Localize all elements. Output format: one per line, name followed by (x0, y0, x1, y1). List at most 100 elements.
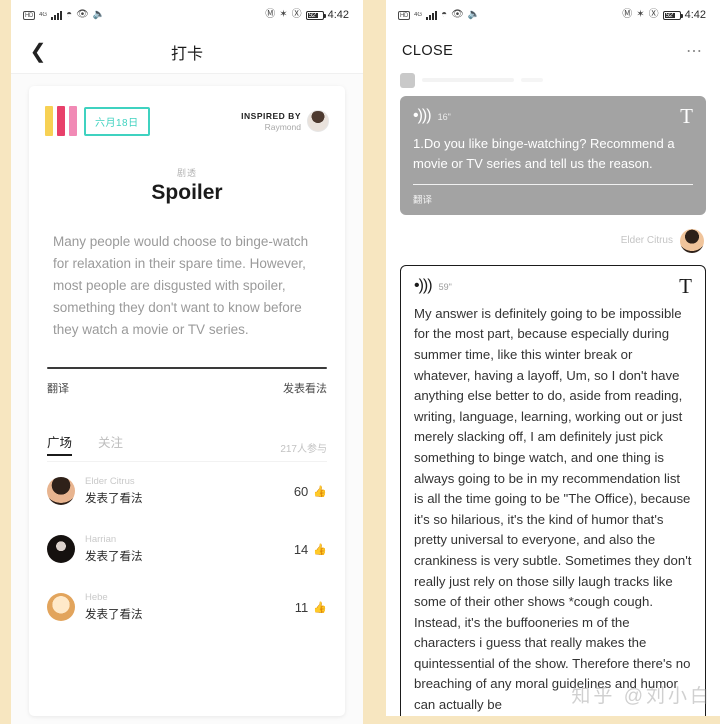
thumb-up-icon[interactable]: 👍 (313, 485, 327, 498)
like-count: 14 (293, 541, 309, 557)
wifi-icon: ◓ (66, 9, 73, 20)
battery-percent: 92 (665, 11, 673, 19)
date-badge-group: 六月18日 (45, 106, 150, 136)
signal-bars-icon (51, 10, 63, 20)
translate-button[interactable]: 翻译 (413, 192, 693, 206)
inspired-by-group: INSPIRED BY Raymond (241, 110, 329, 132)
avatar (47, 535, 75, 563)
comment-text-group: Hebe 发表了看法 (85, 592, 295, 622)
thumb-up-icon[interactable]: 👍 (313, 601, 327, 614)
audio-group[interactable]: •))) 59" (414, 278, 452, 294)
close-button[interactable]: CLOSE (402, 43, 453, 59)
like-group[interactable]: 14 👍 (294, 542, 327, 557)
answer-bubble-header: •))) 59" T (414, 275, 692, 296)
list-item[interactable]: Hebe 发表了看法 11 👍 (45, 578, 329, 636)
right-phone-panel: HD 4G ◓ 👁 🔈 Ⓜ ✶ Ⓧ 92 4:42 CLOSE ⋯ •))) 1… (386, 0, 720, 724)
post-opinion-button[interactable]: 发表看法 (283, 380, 327, 396)
thumb-up-icon[interactable]: 👍 (313, 543, 327, 556)
comment-text-group: Elder Citrus 发表了看法 (85, 476, 294, 506)
card-header: 六月18日 INSPIRED BY Raymond (45, 106, 329, 136)
battery-icon: 92 (662, 10, 683, 20)
avatar (47, 593, 75, 621)
like-count: 60 (293, 483, 309, 499)
audio-group[interactable]: •))) 16" (413, 108, 451, 124)
list-item[interactable]: Elder Citrus 发表了看法 60 👍 (45, 462, 329, 520)
status-bar-left-icons: HD 4G ◓ 👁 🔈 (23, 10, 105, 20)
battery-icon: 92 (305, 10, 326, 20)
participants-count: 217人参与 (280, 444, 327, 455)
right-nav-bar: CLOSE ⋯ (386, 30, 720, 72)
sound-wave-icon[interactable]: •))) (413, 108, 432, 124)
inspired-by-label: INSPIRED BY (241, 110, 301, 121)
eye-icon: 👁 (451, 9, 464, 20)
clipped-name-placeholder (422, 78, 514, 82)
left-nav-bar: ❮ 打卡 (11, 30, 363, 74)
divider (47, 367, 327, 369)
inspired-by-text: INSPIRED BY Raymond (241, 111, 301, 132)
tab-square[interactable]: 广场 (47, 432, 73, 456)
status-bar-right-icons: Ⓜ ✶ Ⓧ 92 4:42 (265, 9, 349, 21)
hd-icon: HD (23, 10, 36, 20)
comment-action: 发表了看法 (85, 609, 143, 621)
clipped-previous-message (400, 72, 706, 88)
answer-bubble[interactable]: •))) 59" T My answer is definitely going… (400, 264, 706, 724)
color-bars-decoration (45, 106, 77, 136)
card-paragraph: Many people would choose to binge-watch … (53, 234, 309, 337)
question-bubble[interactable]: •))) 16" T 1.Do you like binge-watching?… (400, 96, 706, 215)
avatar[interactable] (680, 228, 704, 253)
avatar (400, 72, 415, 88)
audio-duration: 59" (438, 282, 452, 293)
question-bubble-header: •))) 16" T (413, 106, 693, 127)
audio-duration: 16" (437, 112, 451, 123)
like-count: 11 (294, 599, 309, 615)
card-subtitle: 剧透 (176, 168, 197, 178)
date-chip: 六月18日 (84, 106, 150, 136)
like-group[interactable]: 60 👍 (294, 484, 327, 499)
question-text: 1.Do you like binge-watching? Recommend … (413, 135, 675, 171)
clock-time: 4:42 (684, 9, 706, 21)
wifi-icon: ◓ (441, 9, 448, 20)
comment-action: 发表了看法 (85, 493, 143, 505)
hd-icon: HD (398, 10, 411, 20)
sound-wave-icon[interactable]: •))) (414, 278, 433, 294)
screenshot-stage: HD 4G ◓ 👁 🔈 Ⓜ ✶ Ⓧ 92 4:42 ❮ 打卡 六月18日 INS… (0, 0, 720, 724)
comment-user-name: Hebe (85, 592, 108, 603)
avatar (47, 477, 75, 505)
left-scroll-area[interactable]: 六月18日 INSPIRED BY Raymond 剧透 Spoiler Man… (11, 74, 363, 724)
avatar (307, 110, 329, 132)
bottom-edge (386, 716, 720, 724)
signal-label: 4G (39, 12, 48, 18)
right-scroll-area[interactable]: •))) 16" T 1.Do you like binge-watching?… (386, 72, 720, 724)
like-group[interactable]: 11 👍 (295, 600, 327, 615)
answer-author-name: Elder Citrus (620, 235, 673, 247)
right-status-bar: HD 4G ◓ 👁 🔈 Ⓜ ✶ Ⓧ 92 4:42 (386, 0, 720, 30)
back-button[interactable]: ❮ (11, 39, 55, 64)
text-toggle-icon[interactable]: T (680, 106, 693, 127)
list-item[interactable]: Harrian 发表了看法 14 👍 (45, 520, 329, 578)
nfc-icon: Ⓜ (622, 9, 633, 20)
signal-label: 4G (414, 12, 423, 18)
comment-action: 发表了看法 (85, 551, 143, 563)
tab-following[interactable]: 关注 (98, 432, 123, 455)
alarm-off-icon: Ⓧ (291, 9, 302, 20)
comment-text-group: Harrian 发表了看法 (85, 534, 294, 564)
mute-icon: 🔈 (467, 9, 481, 20)
comment-user-name: Elder Citrus (85, 476, 135, 487)
more-horizontal-icon[interactable]: ⋯ (686, 41, 704, 61)
bluetooth-icon: ✶ (636, 9, 645, 20)
clock-time: 4:42 (327, 9, 349, 21)
card-action-row: 翻译 发表看法 (47, 380, 327, 396)
chevron-left-icon: ❮ (29, 41, 47, 63)
bluetooth-icon: ✶ (279, 9, 288, 20)
signal-bars-icon (426, 10, 438, 20)
left-status-bar: HD 4G ◓ 👁 🔈 Ⓜ ✶ Ⓧ 92 4:42 (11, 0, 363, 30)
translate-button[interactable]: 翻译 (47, 380, 69, 396)
daily-card: 六月18日 INSPIRED BY Raymond 剧透 Spoiler Man… (29, 86, 345, 716)
mute-icon: 🔈 (92, 9, 106, 20)
comment-user-name: Harrian (85, 534, 117, 545)
divider (413, 183, 693, 185)
answer-text: My answer is definitely going to be impo… (414, 305, 692, 713)
nfc-icon: Ⓜ (265, 9, 276, 20)
text-toggle-icon[interactable]: T (679, 275, 692, 296)
card-title: Spoiler (151, 181, 223, 204)
